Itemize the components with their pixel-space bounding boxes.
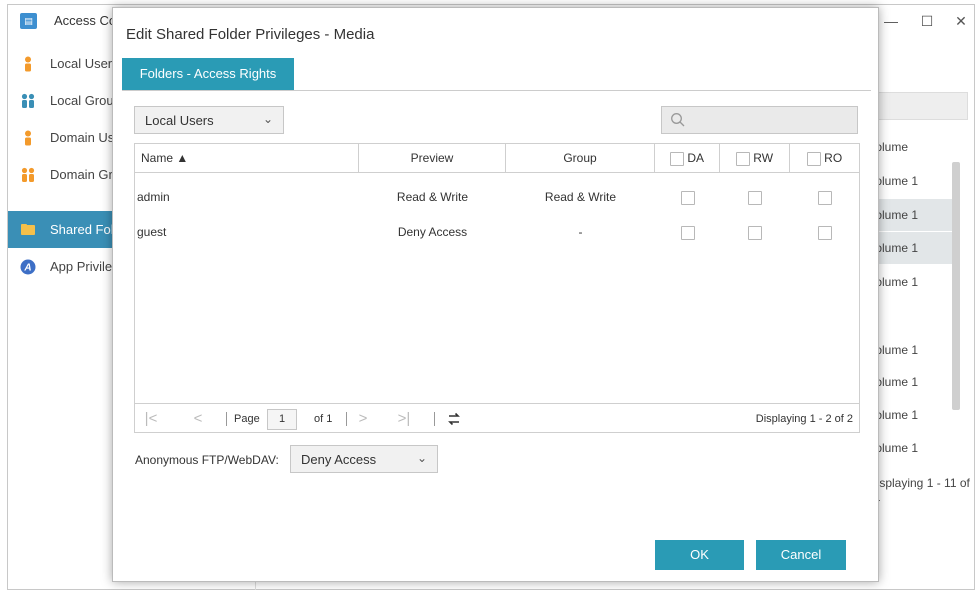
user-type-select[interactable]: Local Users ⌄ [134, 106, 284, 134]
da-cell [655, 215, 720, 249]
edit-privileges-dialog: Edit Shared Folder Privileges - Media Fo… [112, 7, 879, 582]
row-name: admin [137, 190, 170, 204]
volume-cell: Volume 1 [868, 232, 952, 264]
volume-cell: Volume 1 [868, 441, 919, 455]
page-label: Page [234, 413, 260, 425]
background-status-text: Displaying 1 - 11 of 11 [868, 476, 970, 504]
tab-folders-access-rights[interactable]: Folders - Access Rights [122, 58, 294, 90]
volume-cell: Volume 1 [868, 375, 919, 389]
maximize-button[interactable]: ☐ [910, 9, 944, 33]
select-all-rw-checkbox[interactable] [735, 151, 750, 166]
anonymous-access-label: Anonymous FTP/WebDAV: [135, 453, 279, 467]
svg-text:A: A [23, 262, 31, 273]
rw-cell [720, 180, 790, 214]
da-checkbox[interactable] [680, 225, 695, 240]
display-count: Displaying 1 - 2 of 2 [755, 413, 853, 425]
ro-cell [790, 215, 859, 249]
table-row[interactable]: guest Deny Access - [135, 215, 859, 249]
row-preview: Deny Access [397, 225, 468, 239]
ro-checkbox[interactable] [817, 190, 832, 205]
da-checkbox[interactable] [680, 190, 695, 205]
page-number-input[interactable]: 1 [267, 409, 297, 430]
row-name: guest [137, 225, 167, 239]
ro-checkbox[interactable] [817, 225, 832, 240]
sidebar-item-label: Local Users [50, 56, 119, 71]
folder-icon [21, 223, 35, 235]
last-page-icon[interactable]: >| [396, 409, 412, 429]
row-preview: Read & Write [396, 190, 469, 204]
volume-cell: Volume 1 [868, 343, 919, 357]
minimize-button[interactable]: — [874, 9, 908, 33]
rw-checkbox[interactable] [748, 190, 762, 205]
column-header-preview[interactable]: Preview [359, 144, 506, 173]
cancel-button[interactable]: Cancel [756, 540, 846, 570]
anonymous-access-select-value: Deny Access [301, 451, 377, 467]
rw-checkbox[interactable] [748, 225, 762, 240]
column-header-da[interactable]: DA [655, 144, 720, 173]
search-input[interactable] [661, 106, 858, 134]
column-header-name[interactable]: Name ▲ [135, 144, 359, 173]
user-type-select-value: Local Users [145, 112, 214, 128]
user-group-icon [21, 167, 35, 182]
ok-button[interactable]: OK [655, 540, 744, 570]
anonymous-access-select[interactable]: Deny Access ⌄ [290, 445, 438, 473]
single-user-icon [25, 130, 31, 145]
volume-cell: Volume 1 [868, 199, 952, 231]
column-header-group[interactable]: Group [506, 144, 655, 173]
column-header-rw[interactable]: RW [720, 144, 790, 173]
rw-cell [720, 215, 790, 249]
pagination-bar: |< < Page 1 of 1 > >| Displaying 1 - 2 o… [135, 403, 859, 433]
close-button[interactable]: ✕ [944, 9, 975, 33]
pager-divider [226, 412, 227, 426]
tab-divider [122, 90, 871, 91]
background-scrollbar[interactable] [952, 162, 960, 410]
table-row[interactable]: admin Read & Write Read & Write [135, 180, 859, 214]
row-group: Read & Write [544, 190, 617, 204]
chevron-down-icon: ⌄ [262, 112, 273, 126]
pager-divider [434, 412, 435, 426]
page-of-label: of 1 [314, 413, 333, 425]
app-logo-icon: ▤ [20, 13, 37, 29]
refresh-icon[interactable] [446, 411, 462, 427]
app-icon: A [20, 259, 36, 274]
select-all-ro-checkbox[interactable] [806, 151, 821, 166]
privileges-table: Name ▲ Preview Group DA RW RO admin Read… [134, 143, 860, 433]
single-user-icon [25, 56, 31, 71]
ro-label: RO [824, 151, 843, 165]
previous-page-icon[interactable]: < [190, 409, 206, 429]
volume-cell: Volume 1 [868, 408, 919, 422]
da-cell [655, 180, 720, 214]
search-icon [671, 113, 685, 127]
volume-cell: Volume 1 [868, 174, 919, 188]
row-group: - [578, 225, 583, 239]
volume-column-header[interactable]: Volume [868, 140, 952, 154]
pager-divider [346, 412, 347, 426]
select-all-da-checkbox[interactable] [669, 151, 684, 166]
da-label: DA [687, 151, 704, 165]
rw-label: RW [753, 151, 774, 165]
dialog-title: Edit Shared Folder Privileges - Media [126, 26, 375, 43]
chevron-down-icon: ⌄ [416, 451, 427, 465]
ro-cell [790, 180, 859, 214]
table-header: Name ▲ Preview Group DA RW RO [135, 144, 859, 173]
volume-cell: Volume 1 [868, 275, 919, 289]
column-header-ro[interactable]: RO [790, 144, 859, 173]
first-page-icon[interactable]: |< [143, 409, 159, 429]
next-page-icon[interactable]: > [355, 409, 371, 429]
user-group-icon [21, 93, 35, 108]
